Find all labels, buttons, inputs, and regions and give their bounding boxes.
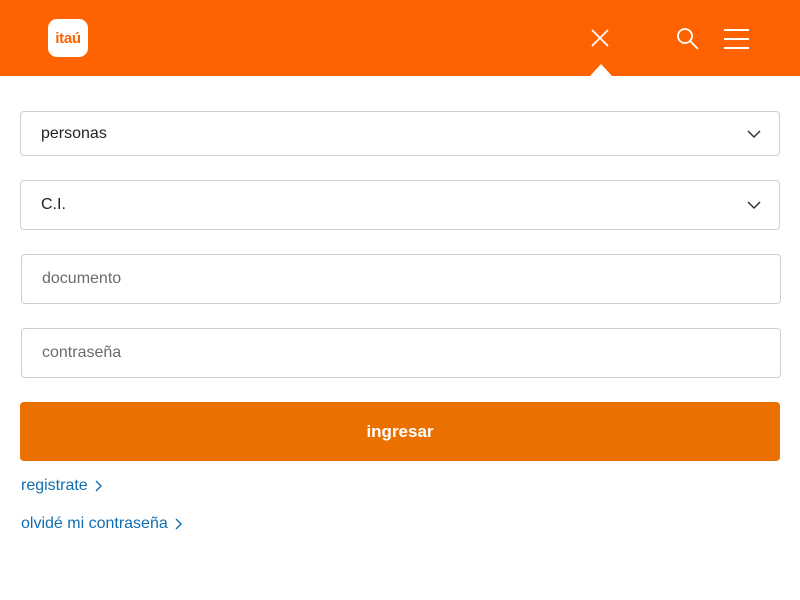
register-link-label: registrate: [21, 477, 88, 494]
logo-text: itaú: [55, 29, 81, 47]
chevron-right-icon: [95, 480, 102, 492]
document-input[interactable]: [21, 254, 781, 304]
login-button[interactable]: ingresar: [20, 402, 780, 461]
segment-select[interactable]: personas: [20, 111, 780, 156]
password-input[interactable]: [21, 328, 781, 378]
doc-type-select[interactable]: C.I.: [20, 180, 780, 230]
menu-pointer-caret: [590, 64, 612, 76]
doc-type-select-value: C.I.: [41, 196, 66, 213]
chevron-down-icon: [747, 201, 761, 210]
chevron-right-icon: [175, 518, 182, 530]
forgot-password-link[interactable]: olvidé mi contraseña: [21, 515, 182, 533]
forgot-password-link-label: olvidé mi contraseña: [21, 515, 168, 532]
register-link[interactable]: registrate: [21, 477, 102, 495]
top-header: itaú: [0, 0, 800, 76]
chevron-down-icon: [747, 129, 761, 138]
itau-logo[interactable]: itaú: [48, 19, 88, 57]
menu-icon[interactable]: [724, 28, 749, 50]
segment-select-value: personas: [41, 124, 107, 142]
close-icon[interactable]: [589, 27, 611, 49]
search-icon[interactable]: [676, 27, 700, 51]
